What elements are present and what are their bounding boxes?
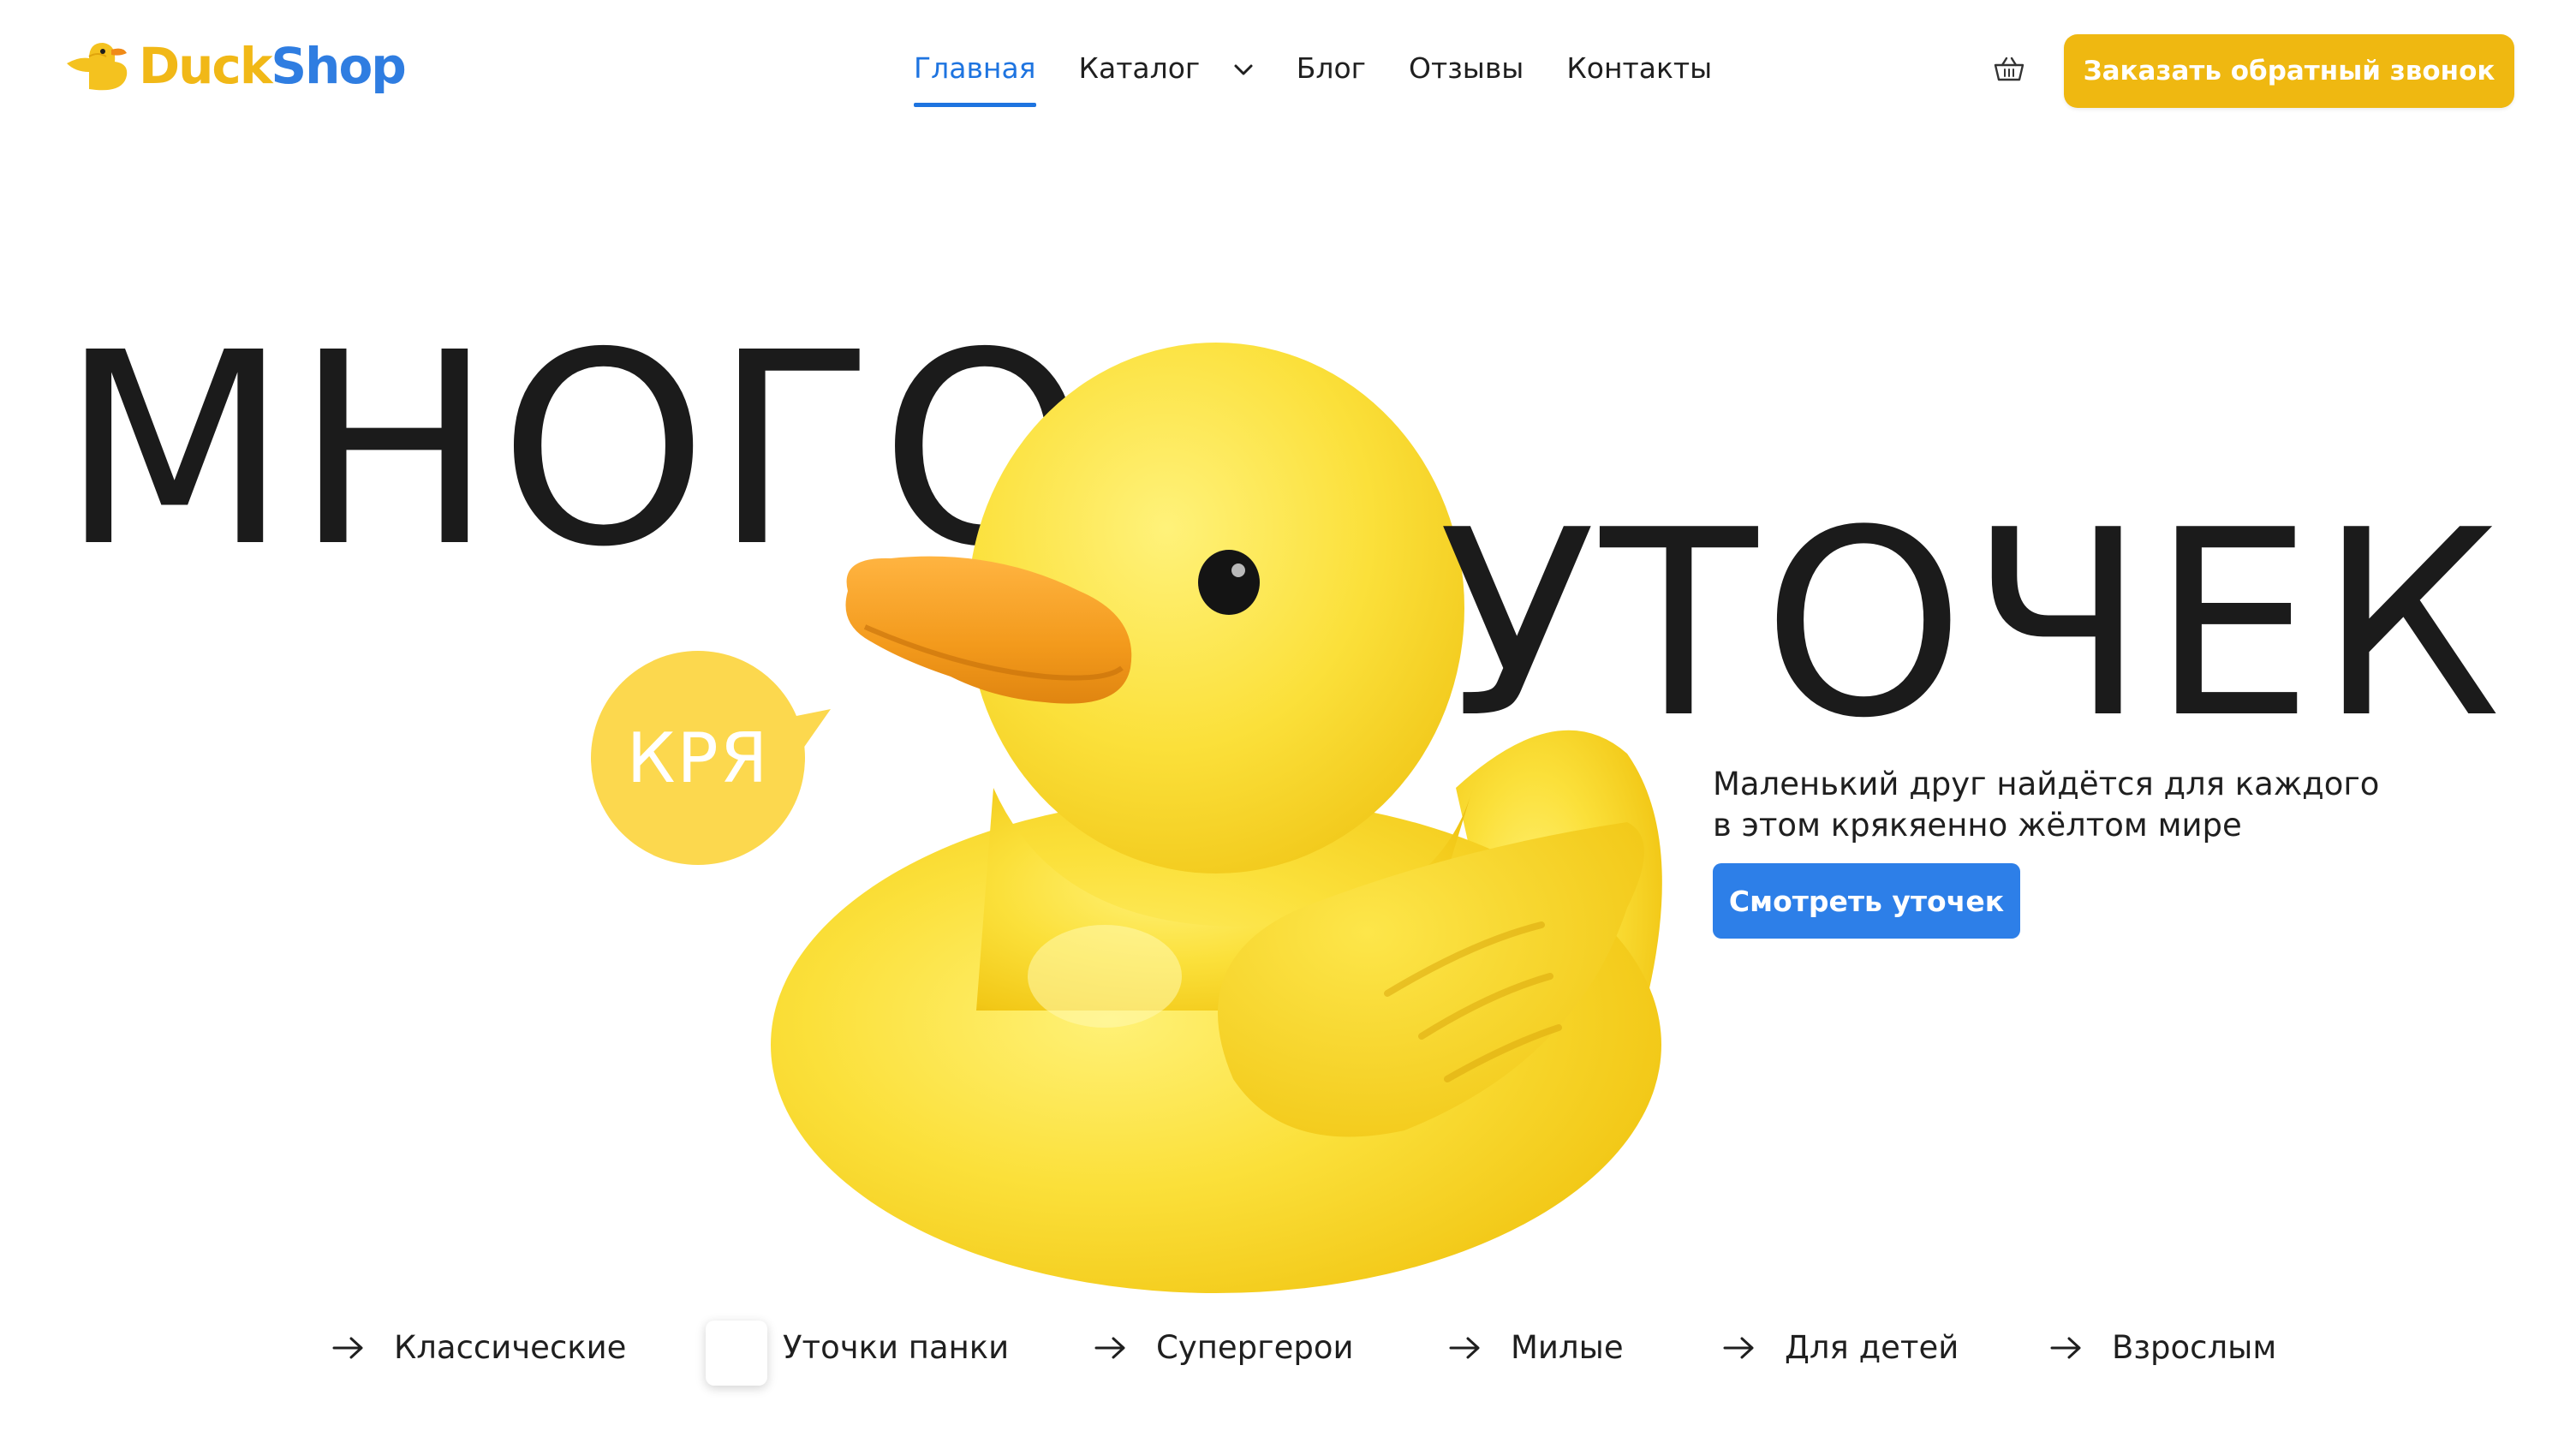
- hero-tagline-line-1: Маленький друг найдётся для каждого: [1713, 766, 2380, 802]
- category-link-cute[interactable]: Милые: [1449, 1329, 1624, 1366]
- category-link-classic[interactable]: Классические: [332, 1329, 626, 1366]
- cursor-tooltip: [706, 1321, 767, 1386]
- category-label: Милые: [1511, 1329, 1624, 1366]
- arrow-right-icon: [1723, 1337, 1754, 1358]
- category-link-adults[interactable]: Взрослым: [2050, 1329, 2276, 1366]
- nav-item-catalog-label: Каталог: [1078, 51, 1201, 85]
- speech-bubble-text: КРЯ: [626, 718, 770, 798]
- main-nav: Главная Каталог Блог Отзывы Контакты: [914, 51, 1712, 107]
- rubber-duck-image: [771, 343, 1662, 1293]
- logo[interactable]: DuckShop: [63, 38, 407, 94]
- logo-text-duck: Duck: [139, 37, 272, 95]
- category-label: Классические: [394, 1329, 627, 1366]
- hero-title-word-2: УТОЧЕК: [1439, 475, 2507, 774]
- hero-tagline: Маленький друг найдётся для каждого в эт…: [1713, 764, 2379, 846]
- category-list: Классические Уточки панки Супергерои Мил…: [0, 1329, 2576, 1389]
- nav-item-catalog[interactable]: Каталог: [1079, 51, 1254, 85]
- arrow-right-icon: [1449, 1337, 1480, 1358]
- speech-bubble: КРЯ: [591, 651, 831, 865]
- category-label: Для детей: [1785, 1329, 1959, 1366]
- chevron-down-icon[interactable]: [1233, 63, 1254, 77]
- nav-item-home[interactable]: Главная: [914, 51, 1036, 107]
- arrow-right-icon: [1094, 1337, 1125, 1358]
- callback-button[interactable]: Заказать обратный звонок: [2064, 34, 2514, 108]
- nav-item-reviews[interactable]: Отзывы: [1409, 51, 1524, 85]
- category-link-kids[interactable]: Для детей: [1723, 1329, 1959, 1366]
- category-label: Взрослым: [2112, 1329, 2277, 1366]
- arrow-right-icon: [332, 1337, 363, 1358]
- logo-text: DuckShop: [139, 41, 407, 91]
- basket-icon[interactable]: [1994, 57, 2024, 82]
- nav-item-contacts[interactable]: Контакты: [1566, 51, 1712, 85]
- category-label: Супергерои: [1156, 1329, 1354, 1366]
- nav-item-blog[interactable]: Блог: [1297, 51, 1366, 85]
- duck-logo-icon: [67, 43, 128, 91]
- arrow-right-icon: [2050, 1337, 2081, 1358]
- hero-tagline-line-2: в этом крякяенно жёлтом мире: [1713, 807, 2242, 844]
- category-label: Уточки панки: [783, 1329, 1010, 1366]
- view-ducks-button[interactable]: Смотреть уточек: [1713, 863, 2020, 939]
- logo-text-shop: Shop: [271, 37, 406, 95]
- category-link-superheroes[interactable]: Супергерои: [1094, 1329, 1354, 1366]
